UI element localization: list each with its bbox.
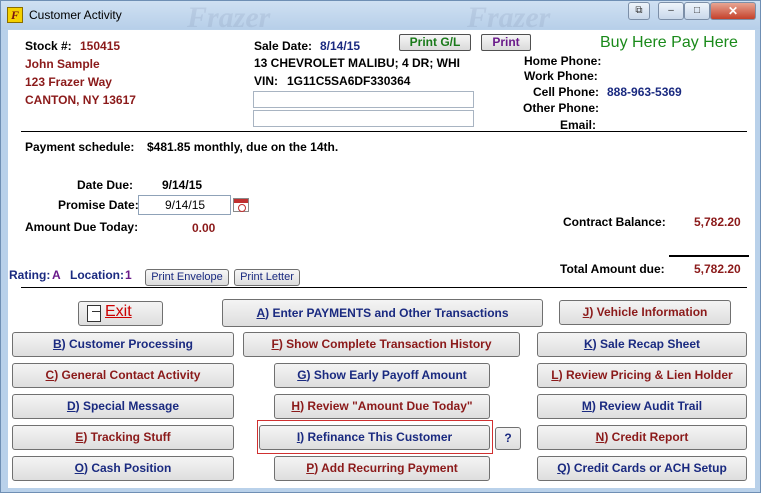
help-button[interactable]: ? — [495, 427, 521, 450]
close-icon[interactable]: ✕ — [710, 2, 756, 20]
review-audit-trail-button[interactable]: M) Review Audit Trail — [537, 394, 747, 419]
work-phone-label: Work Phone: — [524, 69, 598, 83]
cell-phone-value: 888-963-5369 — [607, 85, 682, 99]
customer-city: CANTON, NY 13617 — [25, 93, 136, 107]
print-button[interactable]: Print — [481, 34, 531, 51]
vehicle-description: 13 CHEVROLET MALIBU; 4 DR; WHI — [254, 56, 461, 70]
total-amount-due-label: Total Amount due: — [560, 262, 665, 276]
credit-cards-ach-button[interactable]: Q) Credit Cards or ACH Setup — [537, 456, 747, 481]
restore-icon[interactable]: ⧉ — [628, 2, 650, 20]
early-payoff-button[interactable]: G) Show Early Payoff Amount — [274, 363, 490, 388]
client-area: Stock #: 150415 John Sample 123 Frazer W… — [8, 30, 755, 488]
refinance-customer-button[interactable]: I) Refinance This Customer — [259, 425, 490, 450]
location-value: 1 — [125, 268, 132, 282]
note-field-2[interactable] — [253, 110, 474, 127]
customer-activity-window: F Customer Activity Frazer Frazer ⧉ ‒ □ … — [0, 0, 761, 493]
date-due-value: 9/14/15 — [162, 178, 203, 192]
enter-payments-button[interactable]: A) Enter PAYMENTS and Other Transactions — [222, 299, 543, 327]
divider-top — [21, 131, 747, 132]
tracking-stuff-button[interactable]: E) Tracking Stuff — [12, 425, 234, 450]
payment-schedule-label: Payment schedule: — [25, 140, 135, 154]
promise-date-input[interactable]: 9/14/15 — [138, 195, 231, 215]
special-message-button[interactable]: D) Special Message — [12, 394, 234, 419]
add-recurring-payment-button[interactable]: P) Add Recurring Payment — [274, 456, 490, 481]
other-phone-label: Other Phone: — [523, 101, 600, 115]
amount-due-today-label: Amount Due Today: — [25, 220, 139, 234]
customer-processing-button[interactable]: B) Customer Processing — [12, 332, 234, 357]
home-phone-label: Home Phone: — [524, 54, 602, 68]
customer-address: 123 Frazer Way — [25, 75, 112, 89]
rating-label: Rating: — [9, 268, 51, 282]
sale-date-label: Sale Date: — [254, 39, 313, 53]
rating-value: A — [52, 268, 61, 282]
contract-balance-label: Contract Balance: — [563, 215, 666, 229]
exit-label: Exit — [105, 303, 132, 320]
contract-balance-value: 5,782.20 — [694, 215, 741, 229]
door-exit-icon — [87, 305, 101, 322]
credit-report-button[interactable]: N) Credit Report — [537, 425, 747, 450]
cash-position-button[interactable]: O) Cash Position — [12, 456, 234, 481]
frazer-app-icon: F — [7, 7, 23, 23]
total-underline — [669, 255, 749, 257]
general-contact-activity-button[interactable]: C) General Contact Activity — [12, 363, 234, 388]
title-bar[interactable]: F Customer Activity Frazer Frazer ⧉ ‒ □ … — [1, 1, 760, 34]
pricing-lien-holder-button[interactable]: L) Review Pricing & Lien Holder — [537, 363, 747, 388]
customer-name: John Sample — [25, 57, 100, 71]
note-field-1[interactable] — [253, 91, 474, 108]
location-label: Location: — [70, 268, 124, 282]
payment-schedule-value: $481.85 monthly, due on the 14th. — [147, 140, 339, 154]
vehicle-information-button[interactable]: J) Vehicle Information — [559, 300, 731, 325]
sale-date: 8/14/15 — [320, 39, 361, 53]
exit-button[interactable]: Exit — [78, 301, 163, 326]
print-envelope-button[interactable]: Print Envelope — [145, 269, 229, 286]
stock-number: 150415 — [80, 39, 121, 53]
vin-label: VIN: — [254, 74, 278, 88]
print-letter-button[interactable]: Print Letter — [234, 269, 300, 286]
review-amount-due-button[interactable]: H) Review "Amount Due Today" — [274, 394, 490, 419]
cell-phone-label: Cell Phone: — [533, 85, 600, 99]
date-due-label: Date Due: — [77, 178, 134, 192]
calendar-icon[interactable] — [233, 198, 249, 212]
maximize-icon[interactable]: □ — [684, 2, 710, 20]
minimize-icon[interactable]: ‒ — [658, 2, 684, 20]
print-gl-button[interactable]: Print G/L — [399, 34, 471, 51]
amount-due-today-value: 0.00 — [192, 221, 216, 235]
transaction-history-button[interactable]: F) Show Complete Transaction History — [243, 332, 520, 357]
promise-date-label: Promise Date: — [58, 198, 139, 212]
vin-number: 1G11C5SA6DF330364 — [287, 74, 411, 88]
total-amount-due-value: 5,782.20 — [694, 262, 741, 276]
sale-recap-sheet-button[interactable]: K) Sale Recap Sheet — [537, 332, 747, 357]
stock-label: Stock #: — [25, 39, 72, 53]
window-title: Customer Activity — [29, 8, 122, 22]
email-label: Email: — [560, 118, 597, 132]
divider-bottom — [21, 287, 747, 288]
buy-here-pay-here-slogan: Buy Here Pay Here — [600, 34, 738, 51]
